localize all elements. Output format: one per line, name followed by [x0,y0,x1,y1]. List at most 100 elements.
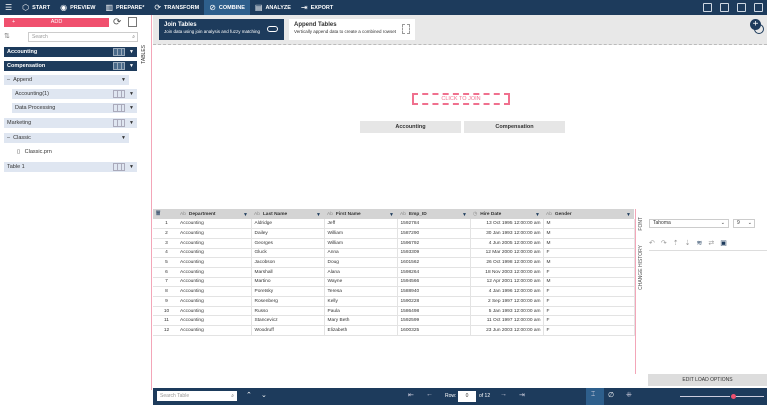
table-cell[interactable]: 13 Oct 1995 12:00:00 am [470,219,544,230]
sidebar-item-compensation[interactable]: Compensation ▼ [4,61,137,71]
chevron-down-icon[interactable]: ▼ [129,103,134,113]
table-cell[interactable]: 1590228 [397,296,471,307]
table-cell[interactable]: Woodruff [251,325,325,336]
table-cell[interactable]: 23 Jun 2003 12:00:00 am [470,325,544,336]
row-input[interactable]: 0 [458,391,476,402]
table-cell[interactable]: 12 Apr 2001 12:00:00 am [470,277,544,288]
table-cell[interactable]: Wayne [324,277,398,288]
nav-transform[interactable]: ⟳ TRANSFORM [149,0,204,15]
table-cell[interactable]: Teresa [324,286,398,297]
column-header[interactable]: ◷ Hire Date ▼ [470,209,543,219]
nav-preview[interactable]: ◉ PREVIEW [55,0,100,15]
table-row[interactable]: 9 Accounting Rosenberg Kelly 1590228 2 Sep 19… [153,296,635,307]
sort-asc-icon[interactable]: ⇡ [673,239,679,247]
sidebar-item-accounting[interactable]: Accounting ▼ [4,47,137,57]
column-header[interactable]: Ab Emp_ID ▼ [397,209,470,219]
table-cell[interactable]: Aldridge [251,219,325,230]
table-cell[interactable]: Accounting [177,296,252,307]
nav-start[interactable]: ⬡ START [17,0,55,15]
table-cell[interactable]: 11 Oct 1997 12:00:00 am [470,315,544,327]
nav-export[interactable]: ⇥ EXPORT [296,0,338,15]
chevron-down-icon[interactable]: ▼ [243,212,248,218]
left-table-button[interactable]: Accounting [360,121,461,133]
sidebar-item-marketing[interactable]: Marketing ▼ [4,118,137,128]
table-cell[interactable]: Gluck [251,248,325,259]
table-row[interactable]: 3 Accounting Georges William 1596792 4 Jun 20… [153,238,635,249]
table-row[interactable]: 6 Accounting Marshall Alana 1598264 18 Nov 20… [153,267,635,278]
table-row[interactable]: 12 Accounting Woodruff Elizabeth 1600325 23 J… [153,325,635,336]
table-cell[interactable]: 1598264 [397,267,471,278]
table-cell[interactable]: Accounting [177,238,252,249]
chevron-down-icon[interactable]: ▼ [316,212,321,218]
library-icon[interactable] [128,17,137,27]
table-cell[interactable]: 1586498 [397,306,471,317]
last-row-icon[interactable]: ⇥ [519,391,525,399]
table-cell[interactable]: 1592599 [397,315,471,327]
table-cell[interactable]: William [324,228,398,239]
table-cell[interactable]: Accounting [177,248,252,259]
table-cell[interactable]: Elizabeth [324,325,398,336]
refresh-icon[interactable]: ⟳ [113,17,121,28]
table-cell[interactable]: 4 Jan 1996 12:00:00 am [470,286,544,297]
sidebar-item-table-1[interactable]: Table 1 ▼ [4,162,137,172]
table-cell[interactable]: 1587290 [397,228,471,239]
chevron-down-icon[interactable]: ▼ [121,75,126,85]
font-size-select[interactable]: 9 ⌄ [733,219,755,228]
table-row[interactable]: 7 Accounting Martino Wayne 1594566 12 Apr 200… [153,277,635,288]
table-cell[interactable]: M [543,257,635,268]
sidebar-item-classic-prn[interactable]: ▯ Classic.prn [14,147,114,157]
table-cell[interactable]: 1600325 [397,325,471,336]
chevron-down-icon[interactable]: ▼ [389,212,394,218]
table-cell[interactable]: F [543,286,635,297]
table-cell[interactable]: Paula [324,306,398,317]
table-cell[interactable]: 18 Nov 2003 12:00:00 am [470,267,544,278]
nav-analyze[interactable]: ▤ ANALYZE [250,0,296,15]
table-cell[interactable]: Accounting [177,286,252,297]
search-input[interactable]: Search ⌕ [28,32,138,42]
append-tables-card[interactable]: Append Tables Vertically append data to … [289,19,415,40]
table-cell[interactable]: M [543,219,635,230]
table-cell[interactable]: Accounting [177,267,252,278]
zoom-slider[interactable] [680,396,730,397]
edit-load-options-button[interactable]: EDIT LOAD OPTIONS [648,374,767,386]
table-cell[interactable]: 5 Jan 1993 12:00:00 am [470,306,544,317]
table-row[interactable]: 10 Accounting Russo Paula 1586498 5 Jan 1993 … [153,306,635,317]
document-icon[interactable] [720,3,729,12]
table-cell[interactable]: Accounting [177,257,252,268]
table-cell[interactable]: F [543,267,635,278]
menu-button[interactable]: ☰ [0,0,17,15]
table-cell[interactable]: Russo [251,306,325,317]
filter-icon[interactable]: ≋ [697,239,703,247]
table-cell[interactable]: Stancevicz [251,315,325,327]
table-cell[interactable]: Alana [324,267,398,278]
sidebar-item-accounting-1[interactable]: Accounting(1) ▼ [12,89,137,99]
table-cell[interactable]: F [543,325,635,336]
table-cell[interactable]: M [543,238,635,249]
table-row[interactable]: 8 Accounting Poretsky Teresa 1588940 4 Jan 19… [153,286,635,297]
table-cell[interactable]: Dailey [251,228,325,239]
table-cell[interactable]: Accounting [177,306,252,317]
column-header[interactable]: Ab Gender ▼ [543,209,634,219]
image-icon[interactable] [737,3,746,12]
nav-prepare[interactable]: ▥ PREPARE* [100,0,149,15]
chevron-down-icon[interactable]: ▼ [129,89,134,99]
sort-icon[interactable]: ⇅ [4,32,10,40]
change-history-label[interactable]: CHANGE HISTORY [638,245,644,290]
table-cell[interactable]: Mary Beth [324,315,398,327]
sidebar-item-data-processing[interactable]: Data Processing ▼ [12,103,137,113]
table-cell[interactable]: 1594566 [397,277,471,288]
table-cell[interactable]: 2 Sep 1997 12:00:00 am [470,296,544,307]
table-row[interactable]: 5 Accounting Jacobson Doug 1601562 26 Oct 199… [153,257,635,268]
prev-row-icon[interactable]: ← [426,391,433,398]
table-row[interactable]: 11 Accounting Stancevicz Mary Beth 1592599 11… [153,315,635,327]
table-cell[interactable]: F [543,315,635,327]
table-row[interactable]: 1 Accounting Aldridge Jeff 1592784 13 Oct 199… [153,219,635,230]
chevron-down-icon[interactable]: ▼ [129,162,134,172]
table-cell[interactable]: Accounting [177,228,252,239]
table-cell[interactable]: Anna [324,248,398,259]
font-section-label[interactable]: FONT [638,217,644,231]
table-cell[interactable]: Martino [251,277,325,288]
table-cell[interactable]: F [543,248,635,259]
grid-filter-icon[interactable]: ⩸ [153,209,177,219]
table-cell[interactable]: F [543,296,635,307]
